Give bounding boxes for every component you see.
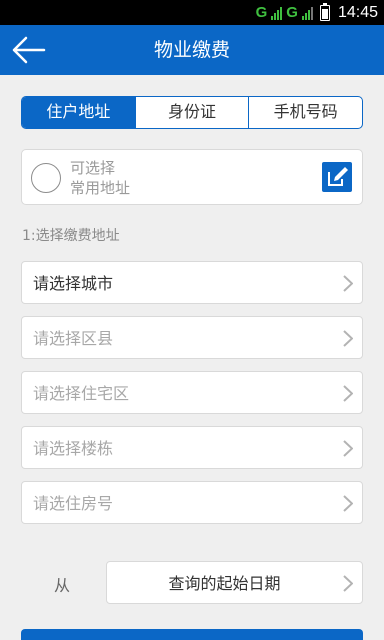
tab-phone-number[interactable]: 手机号码 — [248, 97, 362, 128]
edit-address-button[interactable] — [322, 162, 352, 192]
common-address-line2: 常用地址 — [70, 179, 131, 197]
bottom-action-button[interactable] — [21, 629, 363, 640]
battery-icon — [319, 2, 330, 21]
signal-icon-2 — [301, 6, 313, 20]
query-type-tabs: 住户地址 身份证 手机号码 — [21, 96, 363, 129]
page-title: 物业缴费 — [153, 39, 230, 61]
tab-resident-address[interactable]: 住户地址 — [22, 97, 135, 128]
building-select-label: 请选择楼栋 — [33, 439, 114, 458]
building-select[interactable]: 请选择楼栋 — [21, 426, 363, 469]
network-type-2: G — [286, 4, 298, 21]
start-date-select[interactable]: 查询的起始日期 — [106, 561, 363, 604]
chevron-right-icon — [343, 275, 353, 292]
clock: 14:45 — [337, 3, 378, 21]
common-address-text: 可选择 常用地址 — [70, 158, 130, 198]
chevron-right-icon — [343, 330, 353, 347]
district-select-label: 请选择区县 — [33, 329, 114, 348]
edit-icon — [328, 167, 348, 186]
start-date-label: 查询的起始日期 — [168, 574, 281, 593]
room-number-select-label: 请选住房号 — [33, 494, 114, 513]
district-select[interactable]: 请选择区县 — [21, 316, 363, 359]
network-type-1: G — [255, 4, 268, 21]
chevron-right-icon — [343, 385, 353, 402]
city-select[interactable]: 请选择城市 — [21, 261, 363, 304]
section-label: 1:选择缴费地址 — [22, 228, 120, 244]
chevron-right-icon — [343, 495, 353, 512]
chevron-right-icon — [343, 440, 353, 457]
title-bar: 物业缴费 — [0, 25, 384, 75]
residential-area-select-label: 请选择住宅区 — [33, 384, 130, 403]
room-number-select[interactable]: 请选住房号 — [21, 481, 363, 524]
common-address-radio[interactable] — [31, 163, 61, 193]
from-label: 从 — [54, 576, 71, 595]
chevron-right-icon — [343, 575, 353, 592]
common-address-card: 可选择 常用地址 — [21, 149, 363, 205]
status-bar: G G 14:45 — [0, 0, 384, 25]
status-icons: G G 14:45 — [256, 0, 378, 25]
city-select-label: 请选择城市 — [33, 274, 114, 293]
residential-area-select[interactable]: 请选择住宅区 — [21, 371, 363, 414]
signal-icon-1 — [271, 6, 283, 20]
common-address-line1: 可选择 — [70, 159, 116, 177]
tab-id-card[interactable]: 身份证 — [134, 97, 249, 128]
